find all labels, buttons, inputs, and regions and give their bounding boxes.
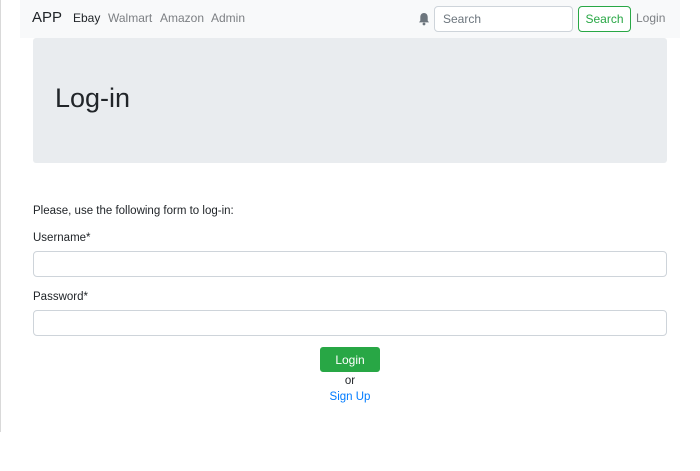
password-label: Password* [33,291,88,303]
password-field[interactable] [33,310,667,336]
bell-icon[interactable] [418,12,430,26]
window-edge [0,0,1,432]
jumbotron: Log-in [33,38,667,163]
nav-link-amazon[interactable]: Amazon [160,11,204,25]
or-separator: or [344,375,356,387]
nav-link-admin[interactable]: Admin [211,11,245,25]
nav-link-ebay[interactable]: Ebay [73,11,100,25]
sign-up-link-text[interactable]: Sign Up [330,391,371,403]
sign-up-link: Sign Up [0,391,700,403]
navbar: APP Ebay Walmart Amazon Admin Search Log… [20,0,680,38]
form-intro-text: Please, use the following form to log-in… [33,205,234,217]
search-button[interactable]: Search [578,6,631,32]
search-input[interactable] [434,6,573,32]
nav-link-walmart[interactable]: Walmart [108,11,152,25]
nav-login-link[interactable]: Login [636,11,665,25]
page: APP Ebay Walmart Amazon Admin Search Log… [0,0,700,471]
login-button[interactable]: Login [320,347,380,372]
brand-logo[interactable]: APP [32,9,62,26]
username-label: Username* [33,232,91,244]
username-field[interactable] [33,251,667,277]
page-title: Log-in [55,83,131,113]
